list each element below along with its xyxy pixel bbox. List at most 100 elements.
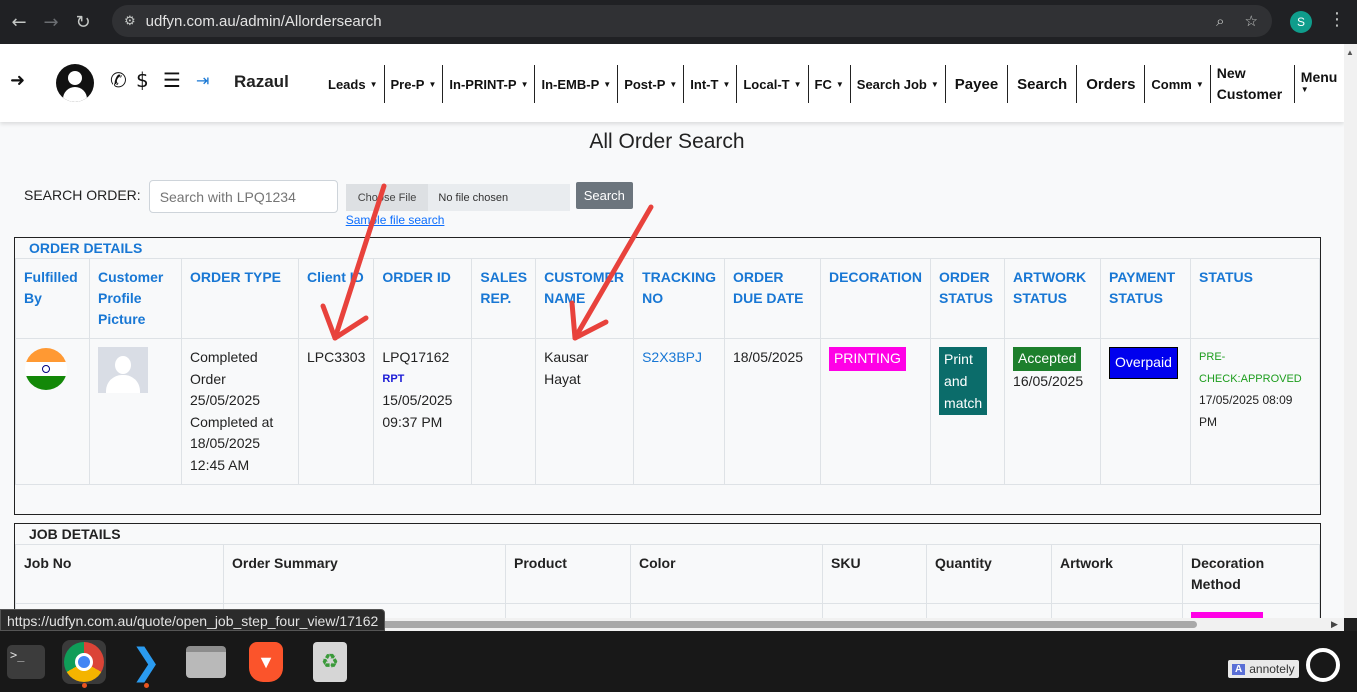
menu-fc[interactable]: FC ▼ — [809, 65, 851, 103]
menu-pre-p[interactable]: Pre-P ▼ — [385, 65, 444, 103]
order-details-title: ORDER DETAILS — [29, 240, 143, 256]
cell-payment-status: Overpaid — [1100, 338, 1192, 485]
menu-in-emb-p[interactable]: In-EMB-P ▼ — [535, 65, 619, 103]
menu-search[interactable]: Search — [1008, 65, 1078, 103]
table-row: Completed Order 25/05/2025 Completed at … — [15, 338, 1320, 485]
menu-new-customer[interactable]: New Customer — [1211, 65, 1295, 103]
vertical-scrollbar[interactable]: ▲ — [1344, 44, 1357, 618]
annotely-logo-icon: A — [1232, 663, 1246, 675]
menu-post-p[interactable]: Post-P ▼ — [618, 65, 685, 103]
customer-profile-icon[interactable] — [98, 347, 148, 393]
search-input[interactable] — [148, 180, 338, 213]
cell-tracking-no: S2X3BPJ — [633, 338, 725, 485]
order-type-line: Completed at — [190, 413, 274, 430]
order-type-line: 12:45 AM — [190, 456, 250, 473]
invoice-dollar-icon[interactable]: $ — [136, 68, 149, 92]
order-id[interactable]: LPQ17162 — [382, 347, 463, 369]
col-order-status: ORDER STATUS — [930, 258, 1006, 339]
reload-icon[interactable]: ↻ — [70, 9, 96, 35]
col-customer-picture: Customer Profile Picture — [89, 258, 182, 339]
col-customer-name: CUSTOMER NAME — [535, 258, 635, 339]
sidebar-toggle-icon[interactable]: ➜ — [10, 70, 25, 91]
annotely-badge: Aannotely — [1228, 660, 1299, 678]
artwork-status-badge: Accepted — [1013, 347, 1082, 371]
menu-search-job[interactable]: Search Job ▼ — [851, 65, 946, 103]
job-details-panel: JOB DETAILS Job No Order Summary Product… — [14, 523, 1321, 618]
bookmark-star-icon[interactable]: ☆ — [1245, 12, 1258, 30]
address-bar[interactable]: ⚙ udfyn.com.au/admin/Allordersearch ⌕ ☆ — [112, 5, 1272, 37]
files-icon[interactable] — [184, 640, 228, 684]
order-type-line: 18/05/2025 — [190, 435, 261, 451]
cell-artwork-status: Accepted 16/05/2025 — [1004, 338, 1102, 485]
phone-icon[interactable]: ✆ — [110, 68, 127, 92]
profile-avatar[interactable]: S — [1290, 11, 1312, 33]
order-time: 09:37 PM — [382, 413, 443, 430]
url-text: udfyn.com.au/admin/Allordersearch — [145, 12, 382, 30]
status-precheck: PRE-CHECK:APPROVED — [1199, 351, 1302, 385]
terminal-icon[interactable]: >_ — [4, 640, 48, 684]
col-order-type: ORDER TYPE — [181, 258, 299, 339]
back-icon[interactable]: ← — [6, 9, 32, 35]
menu-payee[interactable]: Payee — [946, 65, 1009, 103]
table-header-row: Fulfilled By Customer Profile Picture OR… — [15, 258, 1320, 339]
cell-fulfilled-by — [15, 338, 90, 485]
india-flag-icon — [25, 348, 67, 390]
menu-comm[interactable]: Comm ▼ — [1145, 65, 1211, 103]
logout-icon[interactable]: ⇥ — [196, 71, 209, 90]
col-sales-rep: SALES REP. — [471, 258, 537, 339]
order-details-table: Fulfilled By Customer Profile Picture OR… — [15, 258, 1320, 485]
cell-artwork — [1051, 603, 1183, 618]
menu-int-t[interactable]: Int-T ▼ — [684, 65, 738, 103]
brave-icon[interactable]: ▼ — [244, 640, 288, 684]
order-type-line: Order — [190, 370, 226, 387]
col-order-id: ORDER ID — [373, 258, 473, 339]
choose-file-button[interactable]: Choose File — [345, 184, 429, 211]
file-status: No file chosen — [438, 191, 509, 204]
browser-menu-icon[interactable]: ⋮ — [1328, 9, 1346, 30]
cell-client-id: LPC3303 — [297, 338, 375, 485]
search-button[interactable]: Search — [575, 182, 633, 209]
sample-file-link[interactable]: Sample file search — [346, 213, 570, 227]
zoom-icon[interactable]: ⌕ — [1216, 12, 1224, 30]
file-input[interactable]: Choose File No file chosen — [345, 184, 570, 211]
cell-order-id: LPQ17162 RPT 15/05/2025 09:37 PM — [373, 338, 473, 485]
col-artwork-status: ARTWORK STATUS — [1004, 258, 1102, 339]
cell-status: PRE-CHECK:APPROVED 17/05/2025 08:09 PM — [1190, 338, 1320, 485]
table-header-row: Job No Order Summary Product Color SKU Q… — [15, 544, 1320, 604]
browser-toolbar: ← → ↻ ⚙ udfyn.com.au/admin/Allordersearc… — [0, 0, 1357, 44]
menu-toggle[interactable]: Menu ▼ — [1295, 65, 1344, 103]
col-client-id: Client ID — [297, 258, 375, 339]
taskbar: >_ ❯ ▼ ♻ — [0, 631, 1357, 692]
vscode-running-indicator — [144, 683, 149, 688]
cell-sales-rep — [471, 338, 537, 485]
forward-icon[interactable]: → — [38, 9, 64, 35]
menu-in-print-p[interactable]: In-PRINT-P ▼ — [443, 65, 536, 103]
job-details-title: JOB DETAILS — [29, 526, 121, 542]
menu-leads[interactable]: Leads ▼ — [322, 65, 385, 103]
col-order-due-date: ORDER DUE DATE — [723, 258, 821, 339]
col-fulfilled-by: Fulfilled By — [15, 258, 90, 339]
col-sku: SKU — [822, 544, 927, 604]
cell-profile-picture — [89, 338, 182, 485]
tracking-link[interactable]: S2X3BPJ — [642, 349, 702, 365]
cell-due-date: 18/05/2025 — [723, 338, 821, 485]
link-status-bubble: https://udfyn.com.au/quote/open_job_step… — [0, 609, 386, 631]
checklist-icon[interactable]: ☰ — [163, 68, 181, 92]
search-order-form: SEARCH ORDER: Choose File No file chosen… — [24, 180, 633, 227]
payment-status-badge: Overpaid — [1109, 347, 1178, 379]
vscode-icon[interactable]: ❯ — [124, 640, 168, 684]
chrome-icon[interactable] — [62, 640, 106, 684]
user-avatar-icon[interactable] — [56, 64, 94, 102]
job-details-table: Job No Order Summary Product Color SKU Q… — [15, 544, 1320, 618]
cell-customer-name: Kausar Hayat — [535, 338, 635, 485]
order-tag: RPT — [382, 372, 405, 385]
chrome-running-indicator — [82, 683, 87, 688]
col-tracking-no: TRACKING NO — [633, 258, 725, 339]
order-details-panel: ORDER DETAILS Fulfilled By Customer Prof… — [14, 237, 1321, 515]
menu-local-t[interactable]: Local-T ▼ — [737, 65, 809, 103]
trash-icon[interactable]: ♻ — [308, 640, 352, 684]
order-status-badge: Print and match — [939, 347, 988, 415]
screen-recorder-icon[interactable] — [1306, 648, 1340, 682]
menu-orders[interactable]: Orders — [1077, 65, 1146, 103]
site-info-icon[interactable]: ⚙ — [124, 14, 136, 29]
